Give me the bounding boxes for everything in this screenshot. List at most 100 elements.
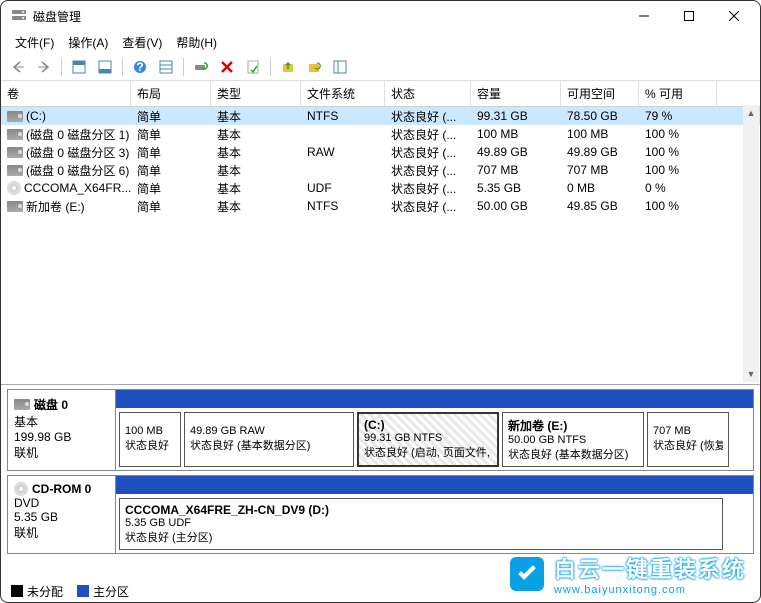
back-button[interactable] [7,56,29,78]
partition-status: 状态良好 (基本数据分区) [508,446,638,462]
volume-row[interactable]: (磁盘 0 磁盘分区 1)简单基本状态良好 (...100 MB100 MB10… [1,125,760,143]
action1-button[interactable] [277,56,299,78]
volume-layout: 简单 [131,179,211,198]
legend-unallocated: 未分配 [27,583,63,600]
disk-icon [7,165,23,176]
watermark-icon [510,557,544,591]
volume-row[interactable]: CCCOMA_X64FR...简单基本UDF状态良好 (...5.35 GB0 … [1,179,760,197]
disk-info: 磁盘 0基本199.98 GB联机 [8,390,116,470]
volume-fs: NTFS [301,108,385,124]
list-scrollbar[interactable]: ▲ ▼ [743,105,759,382]
volume-row[interactable]: 新加卷 (E:)简单基本NTFS状态良好 (...50.00 GB49.85 G… [1,197,760,215]
partition-status: 状态良好 (基本数据分区) [190,437,348,453]
maximize-button[interactable] [666,1,711,31]
volume-capacity: 100 MB [471,126,561,142]
titlebar: 磁盘管理 [1,1,760,31]
volume-percent: 100 % [639,198,717,214]
settings-button[interactable] [155,56,177,78]
action3-button[interactable] [329,56,351,78]
volume-percent: 79 % [639,108,717,124]
partition-size: 707 MB [653,425,723,437]
view-top-button[interactable] [68,56,90,78]
col-layout[interactable]: 布局 [131,81,211,106]
disk-row: 磁盘 0基本199.98 GB联机100 MB状态良好49.89 GB RAW状… [7,389,754,471]
volume-layout: 简单 [131,107,211,126]
cd-icon [7,181,21,195]
disk-icon [7,201,23,212]
disk-size: 5.35 GB [14,510,109,524]
partition-size: 49.89 GB RAW [190,425,348,437]
volume-capacity: 50.00 GB [471,198,561,214]
volume-row[interactable]: (磁盘 0 磁盘分区 6)简单基本状态良好 (...707 MB707 MB10… [1,161,760,179]
disk-icon [7,147,23,158]
window-controls [621,1,756,31]
partition-status: 状态良好 (恢复 [653,437,723,453]
col-free[interactable]: 可用空间 [561,81,639,106]
volume-capacity: 49.89 GB [471,144,561,160]
partition-size: 100 MB [125,425,175,437]
volume-capacity: 707 MB [471,162,561,178]
volume-layout: 简单 [131,161,211,180]
partition[interactable]: 100 MB状态良好 [119,412,181,467]
disk-partitions: CCCOMA_X64FRE_ZH-CN_DV9 (D:)5.35 GB UDF状… [116,476,753,553]
col-percent[interactable]: % 可用 [639,81,717,106]
properties-button[interactable] [242,56,264,78]
scroll-up-icon[interactable]: ▲ [743,105,759,121]
partition[interactable]: 49.89 GB RAW状态良好 (基本数据分区) [184,412,354,467]
volume-free: 0 MB [561,180,639,196]
volume-name: (磁盘 0 磁盘分区 3) [26,144,129,161]
partition[interactable]: CCCOMA_X64FRE_ZH-CN_DV9 (D:)5.35 GB UDF状… [119,498,723,550]
disk-partitions: 100 MB状态良好49.89 GB RAW状态良好 (基本数据分区)(C:)9… [116,390,753,470]
volume-fs: UDF [301,180,385,196]
window-title: 磁盘管理 [33,8,621,25]
volume-name: (磁盘 0 磁盘分区 1) [26,126,129,143]
menu-action[interactable]: 操作(A) [62,32,114,53]
menu-help[interactable]: 帮助(H) [170,32,223,53]
disk-stripe [116,476,753,494]
disk-icon [7,129,23,140]
col-status[interactable]: 状态 [385,81,471,106]
volume-name: (C:) [26,109,46,123]
volume-fs: NTFS [301,198,385,214]
partition-size: 50.00 GB NTFS [508,434,638,446]
close-button[interactable] [711,1,756,31]
partition[interactable]: 707 MB状态良好 (恢复 [647,412,729,467]
col-filesystem[interactable]: 文件系统 [301,81,385,106]
col-type[interactable]: 类型 [211,81,301,106]
partition[interactable]: (C:)99.31 GB NTFS状态良好 (启动, 页面文件, [357,412,499,467]
menu-view[interactable]: 查看(V) [116,32,168,53]
volume-row[interactable]: (C:)简单基本NTFS状态良好 (...99.31 GB78.50 GB79 … [1,107,760,125]
disk-stripe [116,390,753,408]
forward-button[interactable] [33,56,55,78]
volume-name: CCCOMA_X64FR... [24,181,131,195]
view-bottom-button[interactable] [94,56,116,78]
disk-kind: DVD [14,496,109,510]
volume-percent: 0 % [639,180,717,196]
partition-title: (C:) [364,418,492,432]
disk-row: CD-ROM 0DVD5.35 GB联机CCCOMA_X64FRE_ZH-CN_… [7,475,754,554]
help-button[interactable]: ? [129,56,151,78]
delete-button[interactable] [216,56,238,78]
legend-swatch-primary [77,585,89,597]
disk-state: 联机 [14,524,109,541]
col-capacity[interactable]: 容量 [471,81,561,106]
volume-status: 状态良好 (... [385,197,471,216]
menu-file[interactable]: 文件(F) [9,32,60,53]
app-icon [11,7,27,26]
volume-type: 基本 [211,125,301,144]
volume-percent: 100 % [639,162,717,178]
volume-status: 状态良好 (... [385,125,471,144]
minimize-button[interactable] [621,1,666,31]
disk-state: 联机 [14,444,109,461]
watermark-brand: 白云一键重装系统 [554,552,746,584]
watermark-url: www.baiyunxitong.com [554,584,686,596]
action2-button[interactable] [303,56,325,78]
volume-fs: RAW [301,144,385,160]
rescan-button[interactable] [190,56,212,78]
col-volume[interactable]: 卷 [1,81,131,106]
partition[interactable]: 新加卷 (E:)50.00 GB NTFS状态良好 (基本数据分区) [502,412,644,467]
volume-status: 状态良好 (... [385,143,471,162]
volume-row[interactable]: (磁盘 0 磁盘分区 3)简单基本RAW状态良好 (...49.89 GB49.… [1,143,760,161]
scroll-down-icon[interactable]: ▼ [743,366,759,382]
cd-icon [14,482,28,496]
